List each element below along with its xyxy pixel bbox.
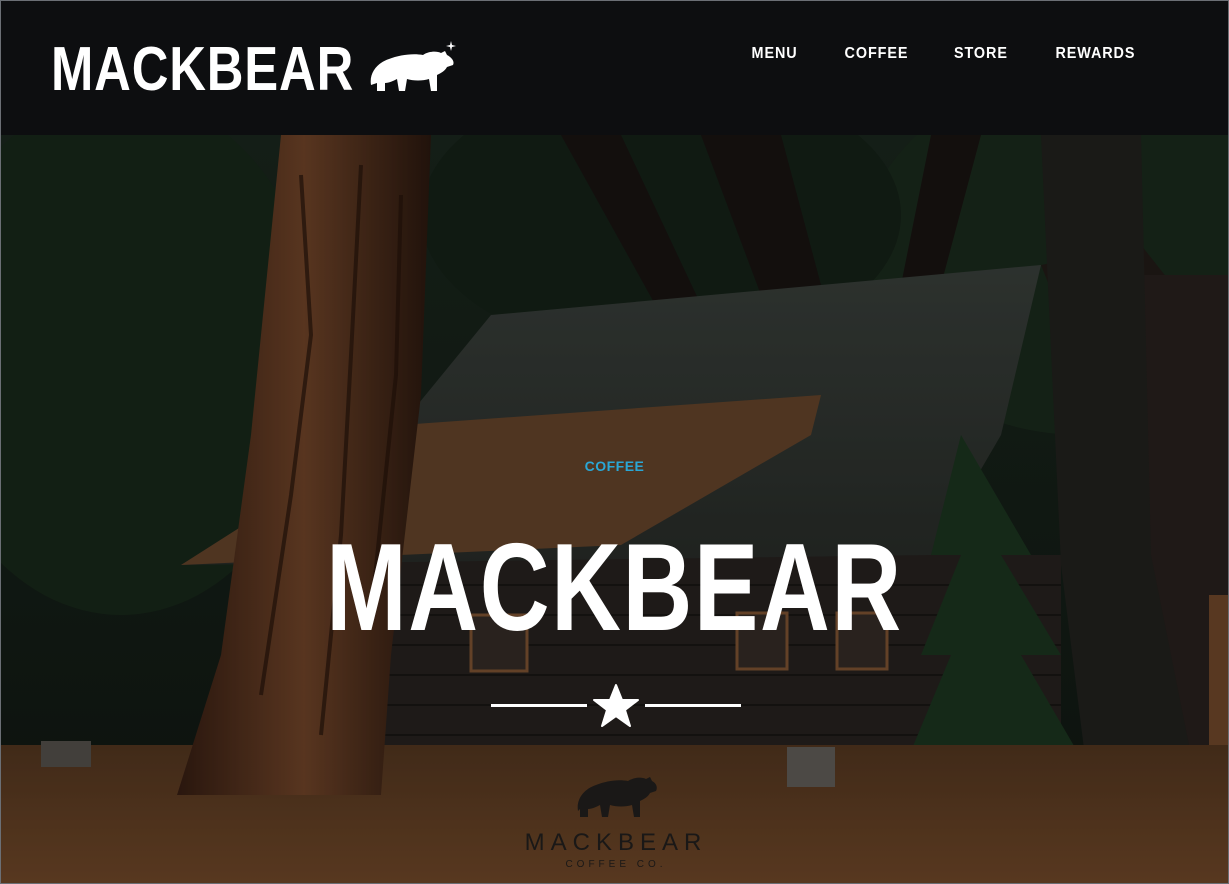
nav-rewards[interactable]: REWARDS — [1038, 45, 1154, 63]
bear-icon — [370, 41, 456, 91]
hero-title: MACKBEAR — [326, 519, 903, 657]
nav-coffee[interactable]: COFFEE — [826, 45, 926, 63]
divider-line-left — [491, 704, 587, 707]
brand-name: MACKBEAR — [51, 35, 355, 104]
page-frame: MACKBEAR MENU COFFEE STORE REWARDS COFFE… — [0, 0, 1229, 884]
nav-menu[interactable]: MENU — [734, 45, 816, 63]
star-icon — [593, 684, 639, 727]
hero-divider — [491, 683, 741, 731]
hero-section: COFFEE MACKBEAR MACKBEAR COFFEE CO. — [1, 135, 1228, 883]
logo-name: MACKBEAR — [524, 829, 708, 856]
main-nav: MENU COFFEE STORE REWARDS — [729, 45, 1160, 63]
hero-logo: MACKBEAR COFFEE CO. — [516, 767, 716, 879]
top-navbar: MACKBEAR MENU COFFEE STORE REWARDS — [1, 1, 1228, 135]
nav-store[interactable]: STORE — [936, 45, 1026, 63]
divider-line-right — [645, 704, 741, 707]
logo-subtitle: COFFEE CO. — [565, 859, 667, 870]
hero-eyebrow: COFFEE — [584, 458, 645, 474]
bear-icon — [577, 777, 657, 817]
brand-link[interactable]: MACKBEAR — [51, 35, 456, 105]
